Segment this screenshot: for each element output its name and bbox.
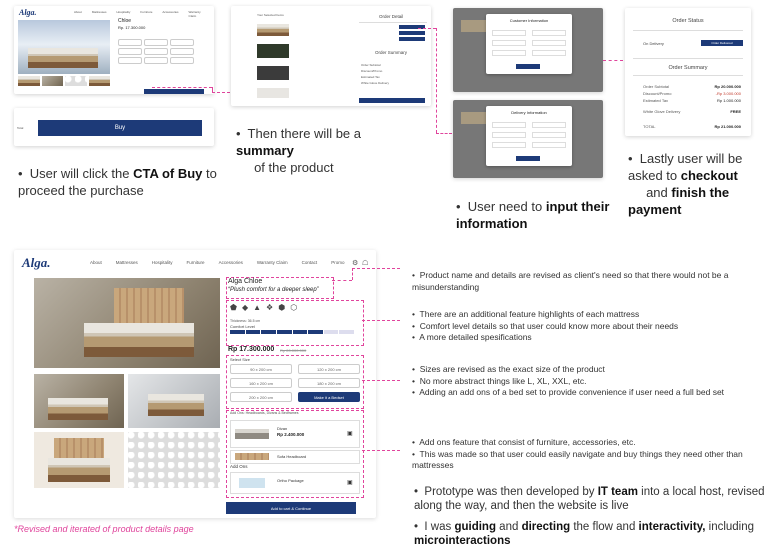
addon-item-headboard[interactable]: Sofa Headboard <box>230 450 360 464</box>
add-to-cart-button[interactable]: Add to cart & Continue <box>226 502 356 514</box>
site-nav: About Mattresses Hospitality Furniture A… <box>90 260 344 265</box>
mini-nav: About Mattresses Hospitality Furniture Acces… <box>74 10 201 18</box>
order-detail-title: Order Detail <box>379 14 404 19</box>
bedset-option[interactable]: Make it a Bedset <box>298 392 360 402</box>
product-old-price: Rp 20.000.000 <box>280 348 307 353</box>
step4-bullet: • Lastly user will be asked to checkout … <box>628 151 743 217</box>
step1-product-screenshot: Alga. About Mattresses Hospitality Furnitur… <box>14 6 214 94</box>
shield-icon: ⬟ <box>230 303 237 312</box>
addon-header: Add Ons: Headboards, Divans & Bedframes <box>230 411 299 415</box>
step2-bullet: • Then there will be a summary of the pr… <box>236 126 361 175</box>
nav-warranty[interactable]: Warranty Claim <box>257 260 288 265</box>
step1-buy-zoom: Total Buy <box>14 108 214 146</box>
note-group-features: • There are an additional feature highli… <box>412 309 679 342</box>
delivery-info-title: Delivery Information <box>511 110 547 115</box>
mini-product-name: Chloe <box>118 18 132 24</box>
addon-select-icon-2: ▣ <box>347 480 353 486</box>
buy-button[interactable]: Buy <box>38 120 202 136</box>
mini-price: Rp. 17.300.000 <box>118 25 146 30</box>
product-thumb-1[interactable] <box>34 374 124 428</box>
drop-icon: ◆ <box>241 303 249 312</box>
product-thumb-2[interactable] <box>128 374 220 428</box>
note-group-sizes: • Sizes are revised as the exact size of… <box>412 364 725 397</box>
addon-tab[interactable]: Add Ons <box>230 464 248 469</box>
order-summary-title: Order Summary <box>375 50 408 55</box>
product-thumb-3[interactable] <box>34 432 124 488</box>
nav-hospitality[interactable]: Hospitality <box>152 260 173 265</box>
order-status-title: Order Status <box>672 18 704 24</box>
mini-logo: Alga. <box>19 8 37 17</box>
customer-info-title: Customer Information <box>509 18 549 23</box>
size-option-4[interactable]: 180 x 200 cm <box>298 378 360 388</box>
size-option-5[interactable]: 200 x 200 cm <box>230 392 292 402</box>
caption: *Revised and iterated of product details… <box>14 524 194 534</box>
site-logo[interactable]: Alga. <box>22 255 51 271</box>
cart-icon[interactable]: ☖ <box>362 259 368 267</box>
note-group-title: • Product name and details are revised a… <box>412 270 729 292</box>
size-option-1[interactable]: 90 x 200 cm <box>230 364 292 374</box>
search-icon[interactable]: ⚙ <box>352 259 358 267</box>
buy-button-label: Buy <box>114 125 126 131</box>
closing-bullet-2: • I was guiding and directing the flow a… <box>414 521 755 547</box>
product-price: Rp 17.300.000 <box>228 346 275 353</box>
select-size-label: Select Size <box>230 357 251 362</box>
step2-summary-screenshot: Your Selected Items Order Detail Order S… <box>231 6 431 106</box>
checkout-button[interactable] <box>359 98 425 103</box>
on-delivery-label: On Delivery <box>643 41 664 46</box>
flame-icon: ▲ <box>253 303 262 312</box>
product-main-image <box>34 278 220 368</box>
step3-delivery-info-screenshot: Delivery Information <box>453 100 603 178</box>
check-icon: ⬡ <box>290 303 298 312</box>
revised-product-page: Alga. About Mattresses Hospitality Furni… <box>14 250 376 518</box>
leaf-icon: ❖ <box>266 303 274 312</box>
nav-accessories[interactable]: Accessories <box>219 260 243 265</box>
nav-about[interactable]: About <box>90 260 102 265</box>
mini-hero-mattress <box>28 48 98 68</box>
delivery-info-modal: Delivery Information <box>486 106 572 166</box>
nav-promo[interactable]: Promo <box>331 260 344 265</box>
size-option-2[interactable]: 120 x 200 cm <box>298 364 360 374</box>
addon-item-ortho[interactable]: Ortho Package ▣ <box>230 472 360 494</box>
comfort-bar <box>230 330 354 334</box>
badge-icon: ⬢ <box>278 303 286 312</box>
nav-mattresses[interactable]: Mattresses <box>116 260 138 265</box>
size-option-3[interactable]: 160 x 200 cm <box>230 378 292 388</box>
closing-bullet-1: • Prototype was then developed by IT tea… <box>414 486 765 512</box>
nav-contact[interactable]: Contact <box>302 260 318 265</box>
feature-icons: ⬟ ◆ ▲ ❖ ⬢ ⬡ <box>230 303 297 312</box>
product-thumb-4[interactable] <box>128 432 220 488</box>
step3-bullet: • User need to input their information <box>456 199 610 231</box>
product-title: Alga Chloe <box>228 278 263 285</box>
mini-buy-button[interactable] <box>144 89 204 94</box>
product-tagline: “Plush comfort for a deeper sleep” <box>228 287 319 293</box>
status-badge: Order Delivered <box>701 40 743 46</box>
customer-info-modal: Customer Information <box>486 14 572 74</box>
comfort-label: Comfort Level <box>230 324 255 329</box>
addon-item-divan[interactable]: Divan Rp 2.400.000 ▣ <box>230 420 360 448</box>
addon-select-icon: ▣ <box>347 431 353 437</box>
nav-furniture[interactable]: Furniture <box>187 260 205 265</box>
step4-order-status-screenshot: Order Status On Delivery Order Delivered… <box>625 8 751 136</box>
step3-customer-info-screenshot: Customer Information <box>453 8 603 92</box>
note-group-addons: • Add ons feature that consist of furnit… <box>412 437 743 470</box>
step1-bullet: • User will click the CTA of Buy to proc… <box>18 166 217 198</box>
order-status-summary-title: Order Summary <box>668 65 708 71</box>
product-thickness: Thickness: 36.5 cm <box>230 319 261 323</box>
